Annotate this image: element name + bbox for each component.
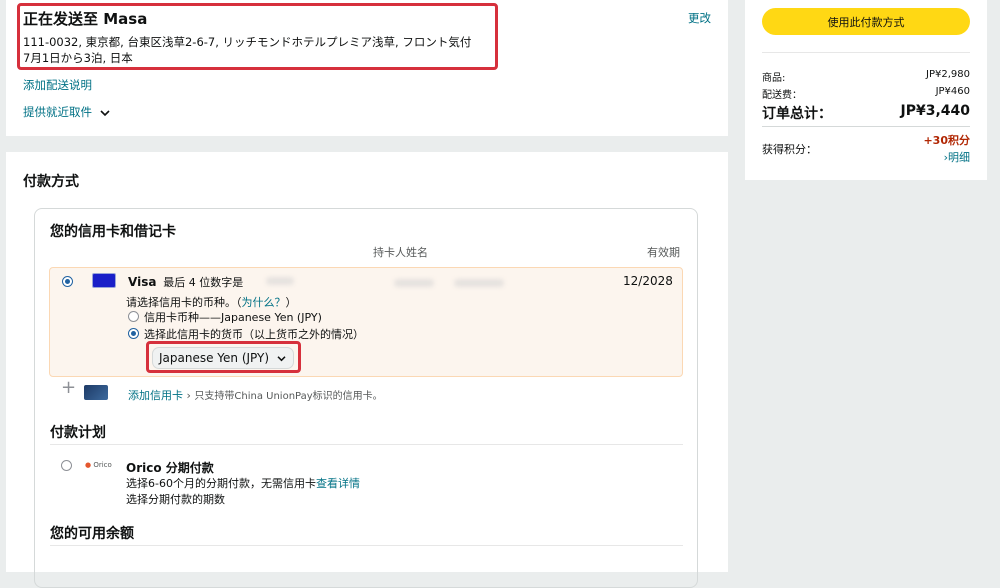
summary-divider-top bbox=[762, 52, 970, 53]
balance-divider bbox=[50, 545, 683, 546]
orico-title: Orico 分期付款 bbox=[126, 461, 214, 475]
shipping-fee-value: JP¥460 bbox=[935, 86, 970, 97]
last4-obscured bbox=[266, 277, 294, 285]
cardholder-name-obscured bbox=[394, 279, 434, 287]
card-radio[interactable] bbox=[62, 276, 73, 287]
orico-desc2: 选择分期付款的期数 bbox=[126, 493, 225, 506]
currency-prompt: 请选择信用卡的币种。（为什么？） bbox=[126, 296, 297, 309]
shipping-highlight-box bbox=[17, 3, 498, 70]
shipping-address-section: 正在发送至 Masa 111-0032, 東京都, 台東区浅草2-6-7, リッ… bbox=[6, 0, 728, 136]
other-currency-radio[interactable] bbox=[128, 328, 139, 339]
card-currency-radio[interactable] bbox=[128, 311, 139, 322]
other-currency-option-label: 选择此信用卡的货币（以上货币之外的情况） bbox=[144, 328, 364, 341]
shipping-fee-label: 配送费： bbox=[762, 90, 802, 101]
order-summary: 使用此付款方式 商品: JP¥2,980 配送费： JP¥460 订单总计： J… bbox=[745, 0, 987, 180]
change-address-link[interactable]: 更改 bbox=[688, 10, 711, 26]
use-payment-method-button[interactable]: 使用此付款方式 bbox=[762, 8, 970, 35]
credit-card-icon bbox=[84, 385, 108, 400]
why-link[interactable]: 为什么？ bbox=[242, 296, 286, 309]
plan-divider bbox=[50, 444, 683, 445]
pickup-option-label: 提供就近取件 bbox=[23, 105, 92, 119]
orico-radio[interactable] bbox=[61, 460, 72, 471]
column-cardholder-name: 持卡人姓名 bbox=[373, 246, 428, 259]
add-card-link[interactable]: 添加信用卡 bbox=[128, 389, 183, 402]
summary-divider-bottom bbox=[762, 126, 970, 127]
order-total-label: 订单总计： bbox=[762, 106, 832, 122]
plan-section-title: 付款计划 bbox=[50, 425, 106, 441]
points-value: +30积分 bbox=[923, 134, 970, 147]
add-card-note: 只支持带China UnionPay标识的信用卡。 bbox=[194, 391, 383, 402]
points-details-link[interactable]: ›明细 bbox=[944, 149, 970, 165]
balance-section-title: 您的可用余额 bbox=[50, 526, 134, 542]
orico-details-link[interactable]: 查看详情 bbox=[316, 477, 360, 490]
card-brand: Visa bbox=[128, 275, 157, 289]
add-delivery-instructions-link[interactable]: 添加配送说明 bbox=[23, 77, 92, 93]
card-currency-option-label: 信用卡币种——Japanese Yen (JPY) bbox=[144, 311, 322, 324]
payment-title: 付款方式 bbox=[23, 174, 79, 190]
plus-icon[interactable]: + bbox=[61, 379, 76, 397]
orico-desc-prefix: 选择6-60个月的分期付款，无需信用卡 bbox=[126, 477, 316, 490]
pickup-option-toggle[interactable]: 提供就近取件 bbox=[23, 104, 110, 120]
currency-highlight-box bbox=[146, 341, 301, 373]
items-value: JP¥2,980 bbox=[926, 69, 970, 80]
cards-section-title: 您的信用卡和借记卡 bbox=[50, 224, 176, 240]
orico-logo-text: Orico bbox=[93, 461, 112, 469]
payment-method-section: 付款方式 您的信用卡和借记卡 持卡人姓名 有效期 Visa 最后 4 位数字是 … bbox=[6, 152, 728, 588]
orico-logo: ● Orico bbox=[85, 461, 112, 469]
visa-card-icon bbox=[92, 273, 116, 288]
card-expiry: 12/2028 bbox=[623, 274, 673, 288]
payment-options-box: 您的信用卡和借记卡 持卡人姓名 有效期 Visa 最后 4 位数字是 12/20… bbox=[34, 208, 698, 588]
add-card-row: 添加信用卡 › 只支持带China UnionPay标识的信用卡。 bbox=[128, 389, 383, 402]
cardholder-name-obscured-2 bbox=[454, 279, 504, 287]
points-details-text: 明细 bbox=[948, 151, 970, 164]
points-label: 获得积分： bbox=[762, 143, 817, 156]
column-expiry: 有效期 bbox=[647, 246, 680, 259]
selected-card-row[interactable]: Visa 最后 4 位数字是 12/2028 请选择信用卡的币种。（为什么？） … bbox=[49, 267, 683, 377]
orico-desc: 选择6-60个月的分期付款，无需信用卡查看详情 bbox=[126, 475, 360, 491]
items-label: 商品: bbox=[762, 73, 786, 84]
card-brand-line: Visa 最后 4 位数字是 bbox=[128, 274, 243, 290]
card-last4-label: 最后 4 位数字是 bbox=[163, 276, 244, 289]
order-total-value: JP¥3,440 bbox=[900, 103, 971, 119]
chevron-down-icon bbox=[100, 109, 110, 116]
currency-prompt-text: 请选择信用卡的币种。 bbox=[126, 296, 236, 309]
